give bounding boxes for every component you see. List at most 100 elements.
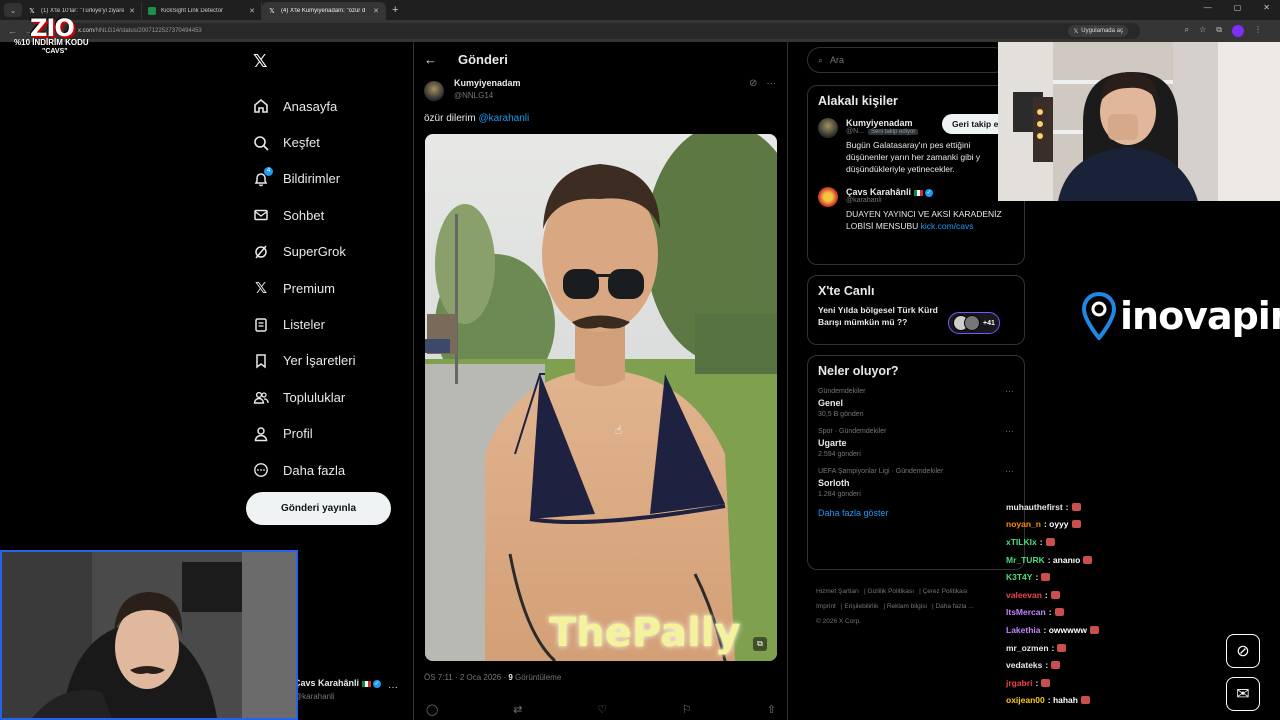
more-options-icon[interactable]: ··· (1005, 426, 1014, 436)
sidebar-item-bookmarks[interactable]: Yer İşaretleri (252, 343, 356, 379)
sidebar-item-communities[interactable]: Topluluklar (252, 379, 356, 415)
sidebar-item-notifications[interactable]: 4 Bildirimler (252, 161, 356, 197)
webcam-overlay-bottom (0, 550, 298, 720)
menu-icon[interactable]: ⋮ (1254, 25, 1262, 37)
open-in-app-button[interactable]: 𝕏 Uygulamada aç (1068, 25, 1128, 37)
account-name[interactable]: Çavs Karahânli ✓ (294, 678, 382, 688)
more-options-icon[interactable]: ··· (1005, 386, 1014, 396)
url-field[interactable]: x.com /NNLG14/status/2007122527370494453… (64, 23, 1140, 39)
like-icon[interactable]: ♡ (597, 703, 607, 716)
chat-text: : owwwww (1043, 624, 1087, 635)
show-more-link[interactable]: Daha fazla göster (808, 504, 1024, 528)
chat-username[interactable]: ItsMercan (1006, 607, 1046, 617)
extensions-icon[interactable]: ⧉ (1216, 25, 1222, 37)
footer-link[interactable]: Daha fazla ... (935, 603, 973, 610)
related-person[interactable]: Kumyiyenadam @N... Seni takip ediyor Bugü… (808, 114, 1024, 179)
chat-text: : (1035, 677, 1039, 688)
sidebar-item-explore[interactable]: Keşfet (252, 124, 356, 160)
search-input[interactable]: ⌕ Ara (807, 47, 1007, 73)
chat-username[interactable]: noyan_n (1006, 519, 1041, 529)
author-handle[interactable]: @NNLG14 (454, 91, 521, 100)
footer-link[interactable]: Erişilebilirlik (844, 603, 878, 610)
account-menu-icon[interactable]: ··· (388, 682, 398, 693)
bio-link[interactable]: kick.com/cavs (921, 221, 974, 231)
zoom-icon[interactable]: ⌕ (1185, 25, 1189, 37)
close-window-icon[interactable]: ✕ (1263, 3, 1270, 12)
more-options-icon[interactable]: ··· (766, 78, 776, 89)
close-tab-icon[interactable]: ✕ (373, 7, 379, 15)
live-participants[interactable]: +41 (948, 312, 1000, 334)
reply-icon[interactable]: ◯ (426, 703, 438, 716)
sidebar-item-more[interactable]: Daha fazla (252, 452, 356, 488)
browser-tab-2[interactable]: KickSight Link Detector ✕ (142, 2, 262, 20)
chat-username[interactable]: Mr_TURK (1006, 555, 1045, 565)
close-tab-icon[interactable]: ✕ (249, 7, 255, 15)
post-meta: ÖS 7:11 · 2 Oca 2026 · 9 Görüntüleme (424, 673, 561, 682)
share-icon[interactable]: ⇧ (767, 703, 776, 716)
avatar[interactable] (424, 81, 444, 101)
footer-link[interactable]: Gizlilik Politikası (867, 588, 914, 595)
mention-link[interactable]: @karahanli (478, 113, 529, 124)
grok-side-button[interactable]: ⊘ (1226, 634, 1260, 668)
avatar[interactable] (818, 187, 838, 207)
chat-username[interactable]: Lakethia (1006, 625, 1041, 635)
more-options-icon[interactable]: ··· (1005, 466, 1014, 476)
avatar[interactable] (818, 118, 838, 138)
chat-username[interactable]: oxijean00 (1006, 695, 1045, 705)
post-time[interactable]: ÖS 7:11 · 2 Oca 2026 · (424, 673, 508, 682)
chat-message: ItsMercan: (1006, 604, 1206, 622)
messages-side-button[interactable]: ✉ (1226, 677, 1260, 711)
panel-title: X'te Canlı (818, 284, 875, 298)
chat-username[interactable]: valeevan (1006, 590, 1042, 600)
footer-link[interactable]: Hizmet Şartları (816, 588, 859, 595)
chat-message: Mr_TURK: ananıo (1006, 551, 1206, 569)
sidebar-item-lists[interactable]: Listeler (252, 306, 356, 342)
chat-username[interactable]: mr_ozmen (1006, 643, 1049, 653)
sidebar-item-home[interactable]: Anasayfa (252, 88, 356, 124)
chat-username[interactable]: muhauthefirst (1006, 502, 1063, 512)
sidebar-item-profile[interactable]: Profil (252, 416, 356, 452)
map-pin-icon (1082, 292, 1116, 340)
trend-item[interactable]: UEFA Şampiyonlar Ligi · Gündemdekiler So… (808, 464, 1024, 504)
expand-media-icon[interactable]: ⧉ (753, 637, 767, 651)
footer-link[interactable]: Çerez Politikası (923, 588, 968, 595)
browser-tab-3[interactable]: 𝕏 (4) X'te Kumyiyenadam: "özür d ✕ (262, 2, 386, 20)
related-person[interactable]: Çavs Karahânli ✓ @karahanli DUAYEN YAYIN… (808, 183, 1024, 236)
chat-username[interactable]: vedateks (1006, 660, 1042, 670)
author-name[interactable]: Kumyiyenadam (454, 78, 521, 88)
chat-username[interactable]: K3T4Y (1006, 572, 1032, 582)
trend-item[interactable]: Spor · Gündemdekiler Ugarte 2.594 gönder… (808, 424, 1024, 464)
bookmark-icon[interactable]: ⚐ (682, 703, 692, 716)
chat-username[interactable]: jrgabri (1006, 678, 1032, 688)
sidebar-item-premium[interactable]: 𝕏 Premium (252, 270, 356, 306)
minimize-icon[interactable]: — (1204, 3, 1212, 12)
photo (425, 134, 777, 661)
repost-icon[interactable]: ⇄ (513, 703, 522, 716)
footer-link[interactable]: Reklam bilgisi (887, 603, 927, 610)
post-button[interactable]: Gönderi yayınla (246, 492, 391, 525)
emote-icon (1051, 661, 1061, 670)
close-tab-icon[interactable]: ✕ (129, 7, 135, 15)
star-icon[interactable]: ☆ (1199, 25, 1206, 37)
sidebar-item-supergrok[interactable]: SuperGrok (252, 234, 356, 270)
post-media[interactable]: ThePally ☝ ⧉ (425, 134, 777, 661)
chat-username[interactable]: xTILKIx (1006, 537, 1037, 547)
sidebar-item-messages[interactable]: Sohbet (252, 197, 356, 233)
x-icon: 𝕏 (1073, 28, 1079, 35)
footer-link[interactable]: Imprint (816, 603, 836, 610)
x-logo-icon[interactable]: 𝕏 (253, 52, 271, 70)
trend-item[interactable]: Gündemdekiler Genel 30,5 B gönderi ··· (808, 384, 1024, 424)
chat-text: : oyyy (1043, 519, 1069, 530)
back-arrow-icon[interactable]: ← (424, 52, 437, 67)
profile-avatar[interactable] (1232, 25, 1244, 37)
grok-icon[interactable]: ⊘ (749, 78, 757, 89)
live-space-title[interactable]: Yeni Yılda bölgesel Türk Kürd Barışı müm… (808, 304, 948, 328)
new-tab-icon[interactable]: + (392, 4, 398, 16)
post-author[interactable]: Kumyiyenadam @NNLG14 (424, 78, 521, 101)
sidebar-item-label: SuperGrok (283, 244, 346, 260)
maximize-icon[interactable]: ▢ (1234, 3, 1242, 12)
tab-label: (4) X'te Kumyiyenadam: "özür d (281, 8, 366, 14)
post-text-body: özür dilerim (424, 113, 479, 124)
webcam-image (998, 42, 1280, 201)
browser-tab-bar: ⌄ 𝕏 (1) X'te 10'lar: "Türkiye'yi ziyaret… (0, 0, 1280, 20)
